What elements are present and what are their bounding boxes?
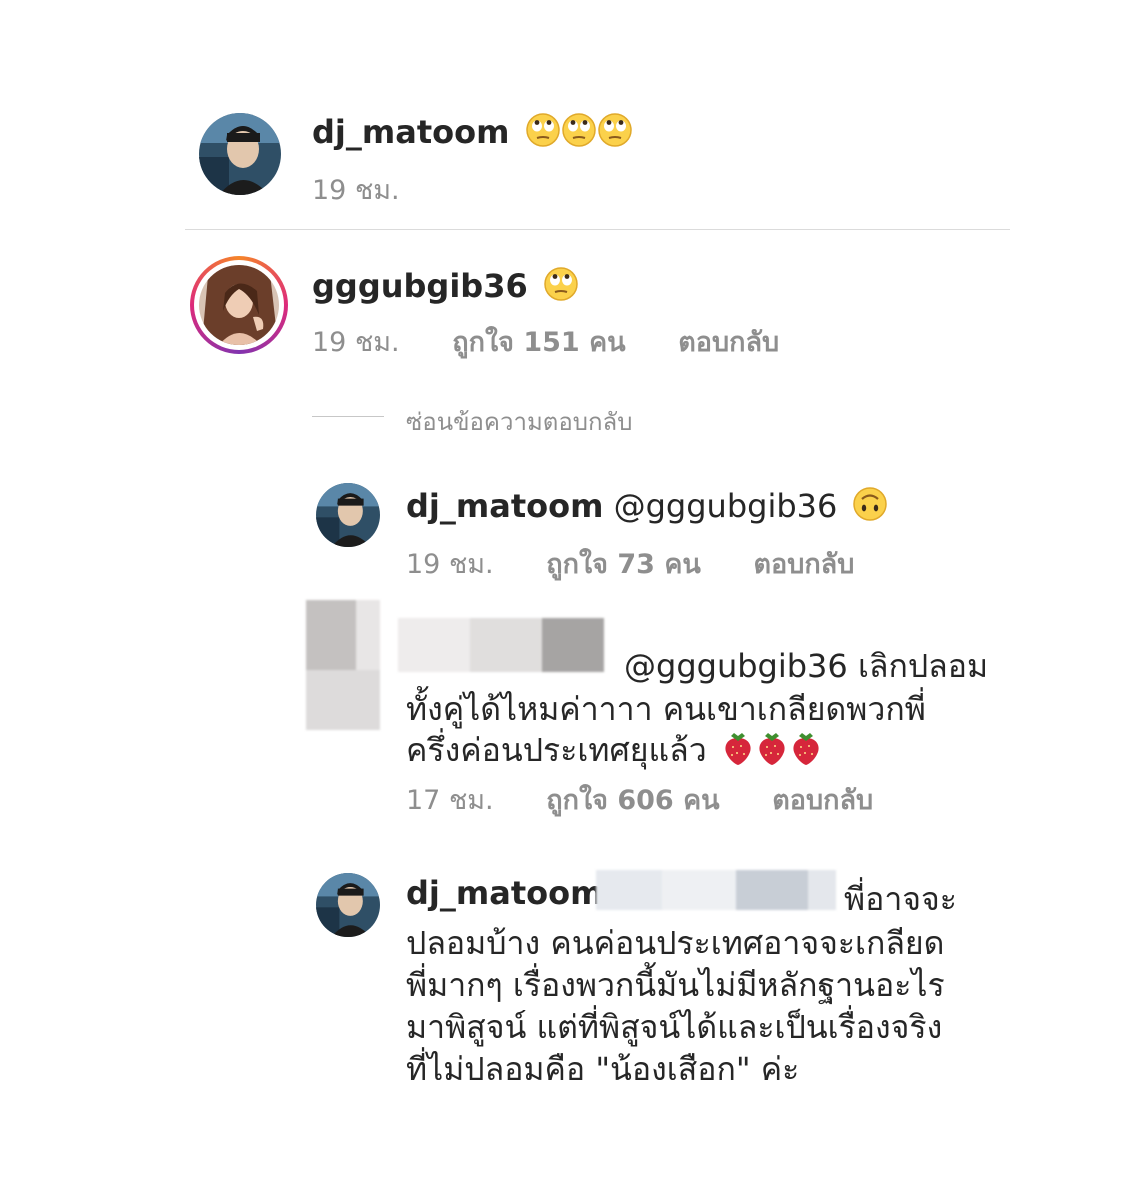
blurred-mention[interactable] xyxy=(596,870,836,910)
username-link[interactable]: dj_matoom xyxy=(406,874,603,912)
reply-text-line: ที่ไม่ปลอมคือ "น้องเสือก" ค่ะ xyxy=(406,1050,800,1088)
avatar[interactable] xyxy=(316,873,380,937)
reply-dj-matoom-2: dj_matoom พี่อาจจะ ปลอมบ้าง คนค่อนประเทศ… xyxy=(0,0,1131,1100)
avatar-photo-icon xyxy=(316,873,380,937)
reply-text: dj_matoom xyxy=(406,874,603,912)
